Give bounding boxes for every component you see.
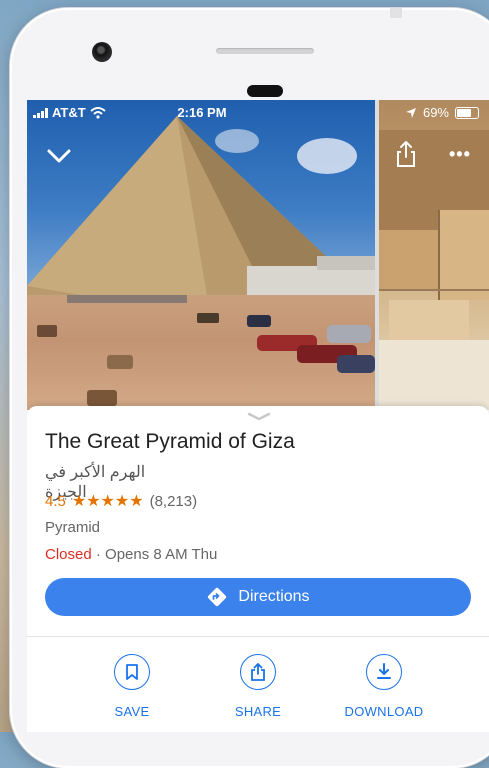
location-arrow-icon [405, 107, 416, 118]
more-options-icon[interactable]: ••• [449, 144, 471, 165]
save-button[interactable]: SAVE [77, 644, 187, 719]
chevron-down-icon[interactable] [45, 146, 73, 166]
place-photo-main[interactable] [27, 100, 375, 410]
place-category: Pyramid [45, 519, 101, 536]
front-camera [92, 42, 112, 62]
share-icon[interactable] [395, 140, 417, 168]
download-icon-circle [366, 654, 402, 690]
share-label: SHARE [234, 704, 282, 719]
place-photo-second[interactable]: ••• [379, 100, 489, 410]
rating-row[interactable]: 4.5 ★★★★★ (8,213) [45, 491, 197, 511]
battery-icon [455, 106, 479, 119]
opens-time: · Opens 8 AM Thu [95, 546, 218, 563]
sheet-handle-icon[interactable] [247, 412, 271, 422]
save-label: SAVE [114, 704, 150, 719]
status-right: 69% [405, 105, 479, 120]
download-label: DOWNLOAD [344, 704, 424, 719]
save-icon-circle [114, 654, 150, 690]
place-details-sheet[interactable]: The Great Pyramid of Giza الهرم الأكبر ف… [27, 406, 489, 732]
battery-percent: 69% [422, 105, 449, 120]
place-title: The Great Pyramid of Giza [45, 430, 295, 453]
directions-icon [208, 587, 227, 607]
section-divider [27, 636, 489, 637]
action-row: SAVE SHARE DOWNLOAD [27, 644, 489, 724]
download-icon [377, 663, 391, 679]
earpiece [247, 85, 283, 97]
open-status: Closed [45, 546, 92, 563]
share-icon [251, 663, 265, 681]
opening-hours[interactable]: Closed · Opens 8 AM Thu [45, 546, 217, 563]
directions-label: Directions [238, 588, 310, 605]
pyramid-illustration [27, 116, 375, 296]
speaker-grille [216, 48, 314, 54]
share-icon-circle [240, 654, 276, 690]
download-button[interactable]: DOWNLOAD [329, 644, 439, 719]
phone-side-button [390, 8, 402, 18]
rating-stars-icon: ★★★★★ [71, 493, 144, 510]
bookmark-icon [126, 664, 138, 680]
clock: 2:16 PM [177, 105, 227, 120]
desert-ground [27, 295, 375, 410]
rating-value: 4.5 [45, 492, 66, 510]
review-count: (8,213) [149, 492, 198, 510]
directions-button[interactable]: Directions [45, 578, 471, 616]
share-button[interactable]: SHARE [203, 644, 313, 719]
status-bar: AT&T 2:16 PM 69% [27, 100, 489, 126]
phone-screen: ••• AT&T 2:16 PM 69% The Great Pyramid o… [27, 100, 489, 732]
